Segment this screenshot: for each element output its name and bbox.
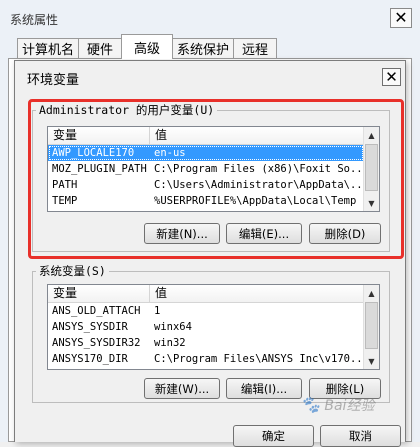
table-row[interactable]: ANS_OLD_ATTACH 1 [48, 303, 364, 319]
variable-name: PATH [52, 179, 78, 191]
vertical-scrollbar[interactable]: ▲ ▼ [363, 127, 379, 211]
scroll-down-icon[interactable]: ▼ [364, 195, 379, 211]
user-variables-list[interactable]: 变量 值 AWP_LOCALE170 en-us MOZ_PLUGIN_PATH… [47, 126, 380, 212]
user-delete-button[interactable]: 删除(D) [309, 223, 381, 244]
table-row[interactable]: ANSYS170_DIR C:\Program Files\ANSYS Inc\… [48, 351, 364, 367]
tab-system-protection[interactable]: 系统保护 [172, 38, 234, 58]
user-variables-label: Administrator 的用户变量(U) [39, 103, 215, 117]
variable-value: C:\Program Files\ANSYS Inc\v170... [154, 353, 362, 365]
tab-remote[interactable]: 远程 [233, 38, 277, 58]
variable-value: 1 [154, 305, 161, 317]
column-header-variable[interactable]: 变量 [48, 285, 150, 302]
close-icon[interactable]: ✕ [382, 68, 401, 86]
scroll-thumb[interactable] [365, 302, 378, 349]
variable-value: C:\Users\Administrator\AppData\... [154, 179, 362, 191]
close-icon[interactable]: ✕ [390, 8, 412, 28]
dialog-title: 环境变量 [27, 73, 80, 88]
list-header: 变量 值 [48, 127, 364, 145]
variable-value: winx64 [154, 321, 192, 333]
column-header-value[interactable]: 值 [150, 285, 364, 302]
ok-button[interactable]: 确定 [233, 425, 314, 447]
variable-name: ANSYS_SYSDIR [52, 321, 128, 333]
list-header: 变量 值 [48, 285, 364, 303]
column-header-value[interactable]: 值 [150, 127, 364, 144]
variable-name: AWP_LOCALE170 [52, 147, 135, 159]
dialog-titlebar: 环境变量 ✕ [16, 62, 404, 90]
watermark: 🐾 Bai经验 [300, 395, 374, 415]
table-row[interactable]: TEMP %USERPROFILE%\AppData\Local\Temp [48, 193, 364, 209]
watermark-text: Bai经验 [324, 398, 375, 414]
variable-value: %USERPROFILE%\AppData\Local\Temp [154, 195, 357, 207]
system-variables-label: 系统变量(S) [39, 264, 106, 278]
cancel-button[interactable]: 取消 [320, 425, 401, 447]
scroll-down-icon[interactable]: ▼ [364, 353, 379, 369]
system-variables-list[interactable]: 变量 值 ANS_OLD_ATTACH 1 ANSYS_SYSDIR winx6… [47, 284, 380, 370]
table-row[interactable]: ANSYS_SYSDIR winx64 [48, 319, 364, 335]
table-row[interactable]: AWP_LOCALE170 en-us [48, 145, 364, 161]
variable-value: en-us [154, 147, 186, 159]
variable-name: TEMP [52, 195, 78, 207]
tab-computer-name[interactable]: 计算机名 [17, 38, 79, 58]
variable-value: C:\Program Files (x86)\Foxit So... [154, 163, 362, 175]
tab-hardware[interactable]: 硬件 [78, 38, 122, 58]
column-header-variable[interactable]: 变量 [48, 127, 150, 144]
system-edit-button[interactable]: 编辑(I)... [226, 378, 302, 399]
scroll-up-icon[interactable]: ▲ [364, 127, 379, 143]
user-new-button[interactable]: 新建(N)... [144, 223, 220, 244]
tab-advanced[interactable]: 高级 [121, 34, 173, 59]
user-edit-button[interactable]: 编辑(E)... [226, 223, 302, 244]
system-new-button[interactable]: 新建(W)... [144, 378, 220, 399]
variable-name: ANSYS_SYSDIR32 [52, 337, 141, 349]
variable-value: win32 [154, 337, 186, 349]
variable-name: ANSYS170_DIR [52, 353, 128, 365]
table-row[interactable]: PATH C:\Users\Administrator\AppData\... [48, 177, 364, 193]
table-row[interactable]: ANSYS_SYSDIR32 win32 [48, 335, 364, 351]
table-row[interactable]: MOZ_PLUGIN_PATH C:\Program Files (x86)\F… [48, 161, 364, 177]
window-title: 系统属性 [10, 13, 59, 27]
variable-name: ANS_OLD_ATTACH [52, 305, 141, 317]
environment-variables-dialog: 环境变量 ✕ Administrator 的用户变量(U) 变量 值 AWP_L… [14, 60, 406, 447]
variable-name: MOZ_PLUGIN_PATH [52, 163, 147, 175]
scroll-thumb[interactable] [365, 144, 378, 191]
scroll-up-icon[interactable]: ▲ [364, 285, 379, 301]
paw-icon: 🐾 [300, 395, 320, 414]
vertical-scrollbar[interactable]: ▲ ▼ [363, 285, 379, 369]
